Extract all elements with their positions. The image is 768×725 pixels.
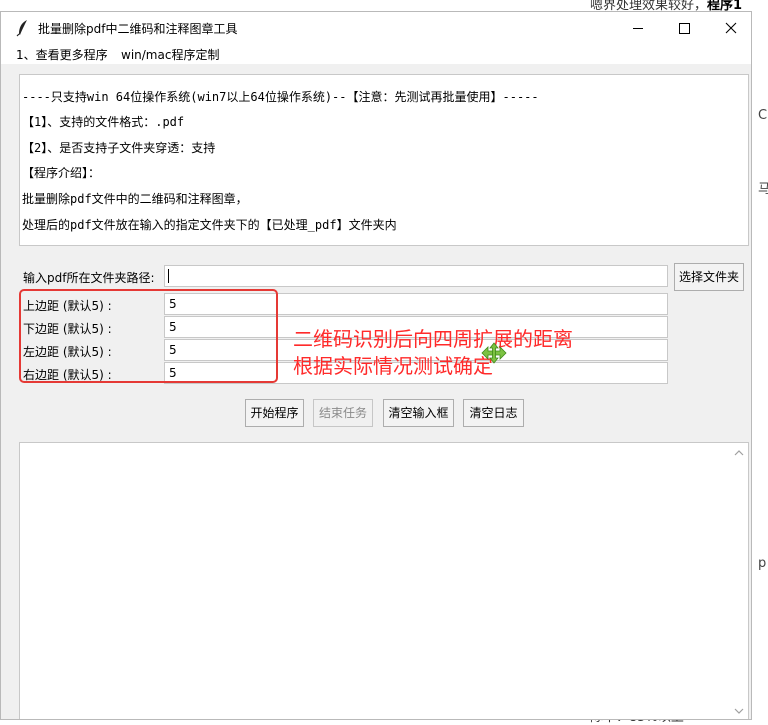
annotation-text: 二维码识别后向四周扩展的距离 — [293, 327, 573, 351]
clear-log-button[interactable]: 清空日志 — [463, 399, 524, 427]
scroll-up-icon[interactable] — [734, 449, 744, 457]
info-line: 【程序介绍】： — [22, 166, 101, 180]
info-line: 【1】、支持的文件格式：.pdf — [22, 115, 185, 129]
close-icon — [725, 22, 737, 34]
maximize-icon — [679, 23, 690, 34]
background-char: 马 — [758, 182, 768, 197]
info-line: 批量删除pdf文件中的二维码和注释图章， — [22, 192, 248, 206]
menu-item-custom[interactable]: win/mac程序定制 — [121, 46, 219, 63]
menu-bar: 1、查看更多程序 win/mac程序定制 — [1, 44, 751, 64]
choose-folder-button[interactable]: 选择文件夹 — [674, 263, 744, 291]
maximize-button[interactable] — [661, 12, 707, 44]
scroll-down-icon[interactable] — [734, 707, 744, 715]
annotation-highlight-box — [19, 289, 278, 383]
minimize-icon — [633, 28, 643, 29]
background-char: C — [758, 108, 768, 123]
log-scrollbar[interactable] — [731, 443, 748, 719]
app-window: 批量删除pdf中二维码和注释图章工具 1、查看更多程序 win/mac程序定制 … — [0, 11, 752, 720]
close-button[interactable] — [707, 12, 751, 44]
clear-input-button[interactable]: 清空输入框 — [383, 399, 454, 427]
background-char: p — [758, 556, 767, 571]
text-caret — [168, 269, 169, 283]
move-cursor-icon — [481, 342, 507, 364]
info-line: ----只支持win 64位操作系统(win7以上64位操作系统)--【注意：先… — [22, 90, 539, 104]
info-line: 【2】、是否支持子文件夹穿透：支持 — [22, 141, 216, 155]
folder-path-input[interactable] — [164, 265, 668, 287]
path-label: 输入pdf所在文件夹路径: — [23, 271, 155, 285]
window-title: 批量删除pdf中二维码和注释图章工具 — [38, 22, 238, 36]
annotation-text: 根据实际情况测试确定 — [293, 354, 493, 378]
info-line: 处理后的pdf文件放在输入的指定文件夹下的【已处理_pdf】文件夹内 — [22, 218, 397, 232]
log-text-area[interactable] — [19, 442, 749, 719]
end-task-button[interactable]: 结束任务 — [313, 399, 373, 427]
menu-item-more-programs[interactable]: 1、查看更多程序 — [16, 46, 108, 63]
minimize-button[interactable] — [615, 12, 661, 44]
start-button[interactable]: 开始程序 — [245, 399, 304, 427]
title-bar[interactable]: 批量删除pdf中二维码和注释图章工具 — [1, 12, 751, 44]
feather-icon — [16, 20, 27, 37]
info-text-box[interactable]: ----只支持win 64位操作系统(win7以上64位操作系统)--【注意：先… — [19, 74, 749, 246]
